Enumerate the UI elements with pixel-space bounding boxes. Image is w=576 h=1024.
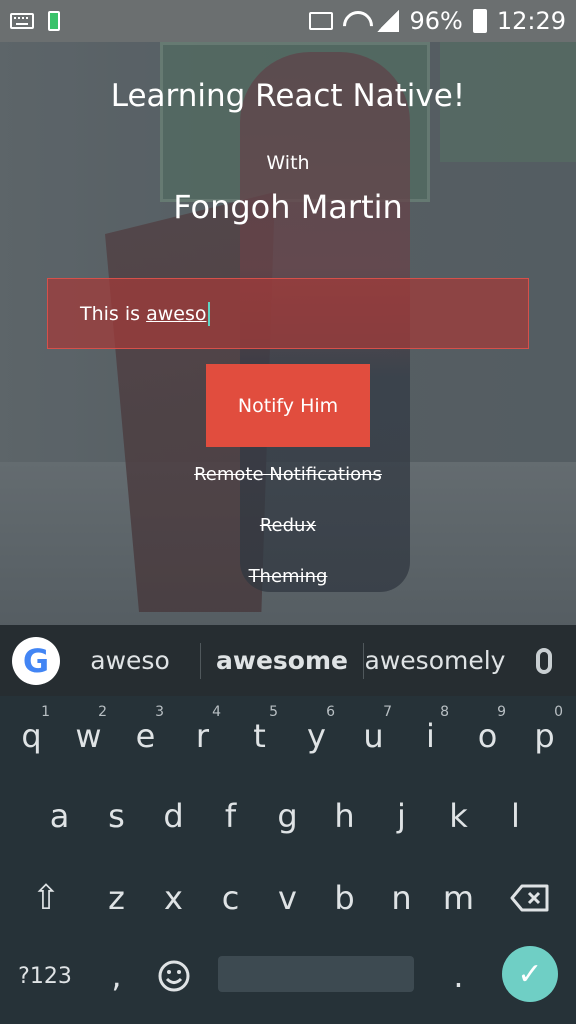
key-d[interactable]: d [145, 776, 202, 856]
period-key[interactable]: . [430, 936, 487, 1016]
text-cursor [207, 301, 210, 326]
key-k[interactable]: k [430, 776, 487, 856]
key-number-hint: 9 [497, 704, 506, 720]
key-number-hint: 5 [269, 704, 278, 720]
key-number-hint: 6 [326, 704, 335, 720]
keyboard-icon [10, 13, 34, 29]
page-title: Learning React Native! [110, 78, 466, 114]
status-bar: 96% 12:29 [0, 0, 576, 42]
comma-key[interactable]: , [88, 936, 145, 1016]
emoji-icon[interactable] [145, 936, 202, 1016]
key-n[interactable]: n [373, 858, 430, 938]
key-v[interactable]: v [259, 858, 316, 938]
key-label: i [426, 717, 435, 755]
key-s[interactable]: s [88, 776, 145, 856]
key-g[interactable]: g [259, 776, 316, 856]
key-number-hint: 4 [212, 704, 221, 720]
app-screen: Learning React Native! With Fongoh Marti… [0, 42, 576, 625]
link-remote-notifications[interactable]: Remote Notifications [0, 464, 576, 485]
key-f[interactable]: f [202, 776, 259, 856]
link-redux[interactable]: Redux [0, 515, 576, 536]
backspace-glyph [510, 884, 549, 912]
key-number-hint: 2 [98, 704, 107, 720]
key-b[interactable]: b [316, 858, 373, 938]
key-number-hint: 3 [155, 704, 164, 720]
key-u[interactable]: u7 [345, 696, 402, 776]
key-label: q [21, 717, 42, 755]
app-notification-icon [48, 11, 60, 31]
google-icon[interactable]: G [12, 636, 60, 685]
key-label: o [477, 717, 498, 755]
key-c[interactable]: c [202, 858, 259, 938]
key-label: t [253, 717, 266, 755]
smiley-glyph [158, 960, 189, 992]
key-y[interactable]: y6 [288, 696, 345, 776]
key-w[interactable]: w2 [60, 696, 117, 776]
key-x[interactable]: x [145, 858, 202, 938]
key-label: r [195, 717, 210, 755]
key-q[interactable]: q1 [3, 696, 60, 776]
key-p[interactable]: p0 [516, 696, 573, 776]
key-label: p [534, 717, 555, 755]
clock: 12:29 [496, 7, 566, 35]
signal-icon [377, 10, 400, 32]
key-number-hint: 7 [383, 704, 392, 720]
input-composing-text: aweso [146, 302, 207, 325]
microphone-icon[interactable] [536, 647, 552, 674]
key-o[interactable]: o9 [459, 696, 516, 776]
message-input[interactable]: This is aweso [47, 278, 529, 349]
spacebar[interactable] [218, 956, 414, 992]
shift-icon[interactable]: ⇧ [16, 858, 76, 938]
author-name: Fongoh Martin [173, 188, 403, 226]
key-z[interactable]: z [88, 858, 145, 938]
suggestion-1[interactable]: aweso [60, 646, 200, 675]
key-e[interactable]: e3 [117, 696, 174, 776]
link-theming[interactable]: Theming [0, 566, 576, 587]
key-h[interactable]: h [316, 776, 373, 856]
key-number-hint: 0 [554, 704, 563, 720]
symbols-key[interactable]: ?123 [8, 936, 82, 1016]
suggestion-strip: G aweso awesome awesomely [0, 625, 576, 696]
key-a[interactable]: a [31, 776, 88, 856]
key-label: u [363, 717, 384, 755]
key-r[interactable]: r4 [174, 696, 231, 776]
key-i[interactable]: i8 [402, 696, 459, 776]
key-label: w [75, 717, 102, 755]
battery-percent: 96% [409, 7, 463, 35]
backspace-icon[interactable] [498, 858, 562, 938]
key-t[interactable]: t5 [231, 696, 288, 776]
key-m[interactable]: m [430, 858, 487, 938]
suggestion-3[interactable]: awesomely [364, 646, 506, 675]
done-check-icon[interactable]: ✓ [502, 946, 558, 1002]
key-j[interactable]: j [373, 776, 430, 856]
key-label: e [135, 717, 156, 755]
cast-icon [309, 12, 334, 30]
keyboard: q1 w2 e3 r4 t5 y6 u7 i8 o9 p0 a s d f g … [0, 696, 576, 1024]
notify-button[interactable]: Notify Him [206, 364, 370, 447]
key-number-hint: 1 [41, 704, 50, 720]
key-l[interactable]: l [487, 776, 544, 856]
battery-charging-icon [472, 9, 487, 33]
with-label: With [266, 152, 310, 174]
key-label: y [307, 717, 326, 755]
input-prefix-text: This is [80, 302, 147, 325]
key-number-hint: 8 [440, 704, 449, 720]
wifi-icon [343, 11, 367, 31]
suggestion-2[interactable]: awesome [201, 646, 363, 675]
